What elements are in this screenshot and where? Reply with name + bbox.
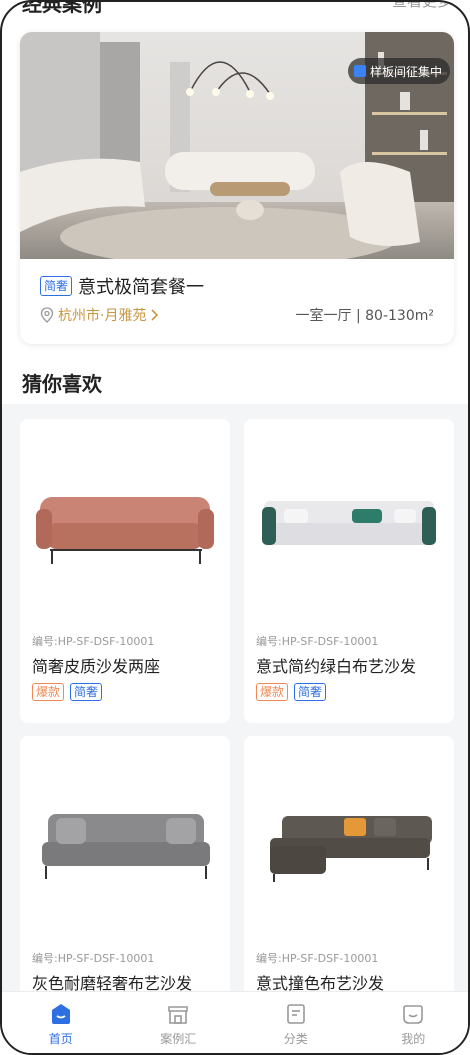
sofa-image [244, 419, 454, 619]
bottom-tab-bar: 首页 案例汇 分类 我的 [2, 991, 469, 1053]
case-section-title: 经典案例 [22, 0, 102, 16]
tab-cases[interactable]: 案例汇 [120, 992, 238, 1053]
view-more-link[interactable]: 查看更多 [392, 2, 452, 11]
product-card[interactable]: 编号:HP-SF-DSF-10001 简奢皮质沙发两座 爆款 简奢 [20, 419, 230, 723]
tab-category-label: 分类 [283, 1032, 308, 1046]
case-info: 简奢 意式极简套餐一 杭州市·月雅苑 一室一厅 | 80-130m² [20, 259, 454, 344]
cube-icon [353, 65, 366, 77]
product-tags: 爆款 简奢 [256, 683, 327, 701]
product-card[interactable]: 编号:HP-SF-DSF-10001 意式简约绿白布艺沙发 爆款 简奢 [244, 419, 454, 723]
sample-room-badge-label: 样板间征集中 [369, 64, 442, 79]
recommend-list: 编号:HP-SF-DSF-10001 简奢皮质沙发两座 爆款 简奢 编号:HP-… [2, 404, 468, 1053]
case-style-tag: 简奢 [40, 276, 73, 296]
tab-category[interactable]: 分类 [237, 992, 355, 1053]
product-code: 编号:HP-SF-DSF-10001 [256, 635, 379, 648]
chevron-right-icon [151, 309, 159, 321]
product-code: 编号:HP-SF-DSF-10001 [32, 952, 155, 965]
sample-room-badge: 样板间征集中 [347, 58, 450, 84]
tab-cases-label: 案例汇 [160, 1032, 197, 1046]
product-name: 简奢皮质沙发两座 [32, 657, 161, 676]
hot-tag: 爆款 [32, 683, 65, 701]
product-tags: 爆款 简奢 [32, 683, 103, 701]
product-name: 意式简约绿白布艺沙发 [256, 657, 417, 676]
case-title-row: 简奢 意式极简套餐一 [40, 273, 204, 299]
home-icon [51, 1004, 70, 1024]
style-tag: 简奢 [70, 683, 103, 701]
product-code: 编号:HP-SF-DSF-10001 [32, 635, 155, 648]
store-icon [168, 1006, 189, 1024]
sofa-image [20, 419, 230, 619]
tab-profile-label: 我的 [401, 1032, 426, 1046]
featured-case-card[interactable]: 样板间征集中 简奢 意式极简套餐一 杭州市·月雅苑 一室一厅 | 80-130m… [20, 32, 454, 344]
tab-profile[interactable]: 我的 [355, 992, 469, 1053]
phone-frame: 经典案例 查看更多 样板间征集中 简奢 意式极简套餐一 杭州市·月雅苑 一室一厅… [0, 0, 470, 1055]
recommend-title: 猜你喜欢 [22, 372, 102, 396]
style-tag: 简奢 [294, 683, 327, 701]
case-section-header: 经典案例 查看更多 [22, 0, 452, 18]
location-pin-icon [40, 307, 54, 323]
profile-icon [403, 1005, 424, 1024]
hot-tag: 爆款 [256, 683, 289, 701]
product-code: 编号:HP-SF-DSF-10001 [256, 952, 379, 965]
sofa-image [20, 736, 230, 936]
tab-home-label: 首页 [48, 1032, 73, 1046]
case-area: 一室一厅 | 80-130m² [295, 308, 434, 324]
sofa-image [244, 736, 454, 936]
tab-home[interactable]: 首页 [2, 992, 120, 1053]
case-title: 意式极简套餐一 [78, 277, 205, 298]
category-icon [286, 1004, 305, 1024]
case-location[interactable]: 杭州市·月雅苑 [40, 305, 160, 325]
case-location-label: 杭州市·月雅苑 [58, 308, 147, 324]
